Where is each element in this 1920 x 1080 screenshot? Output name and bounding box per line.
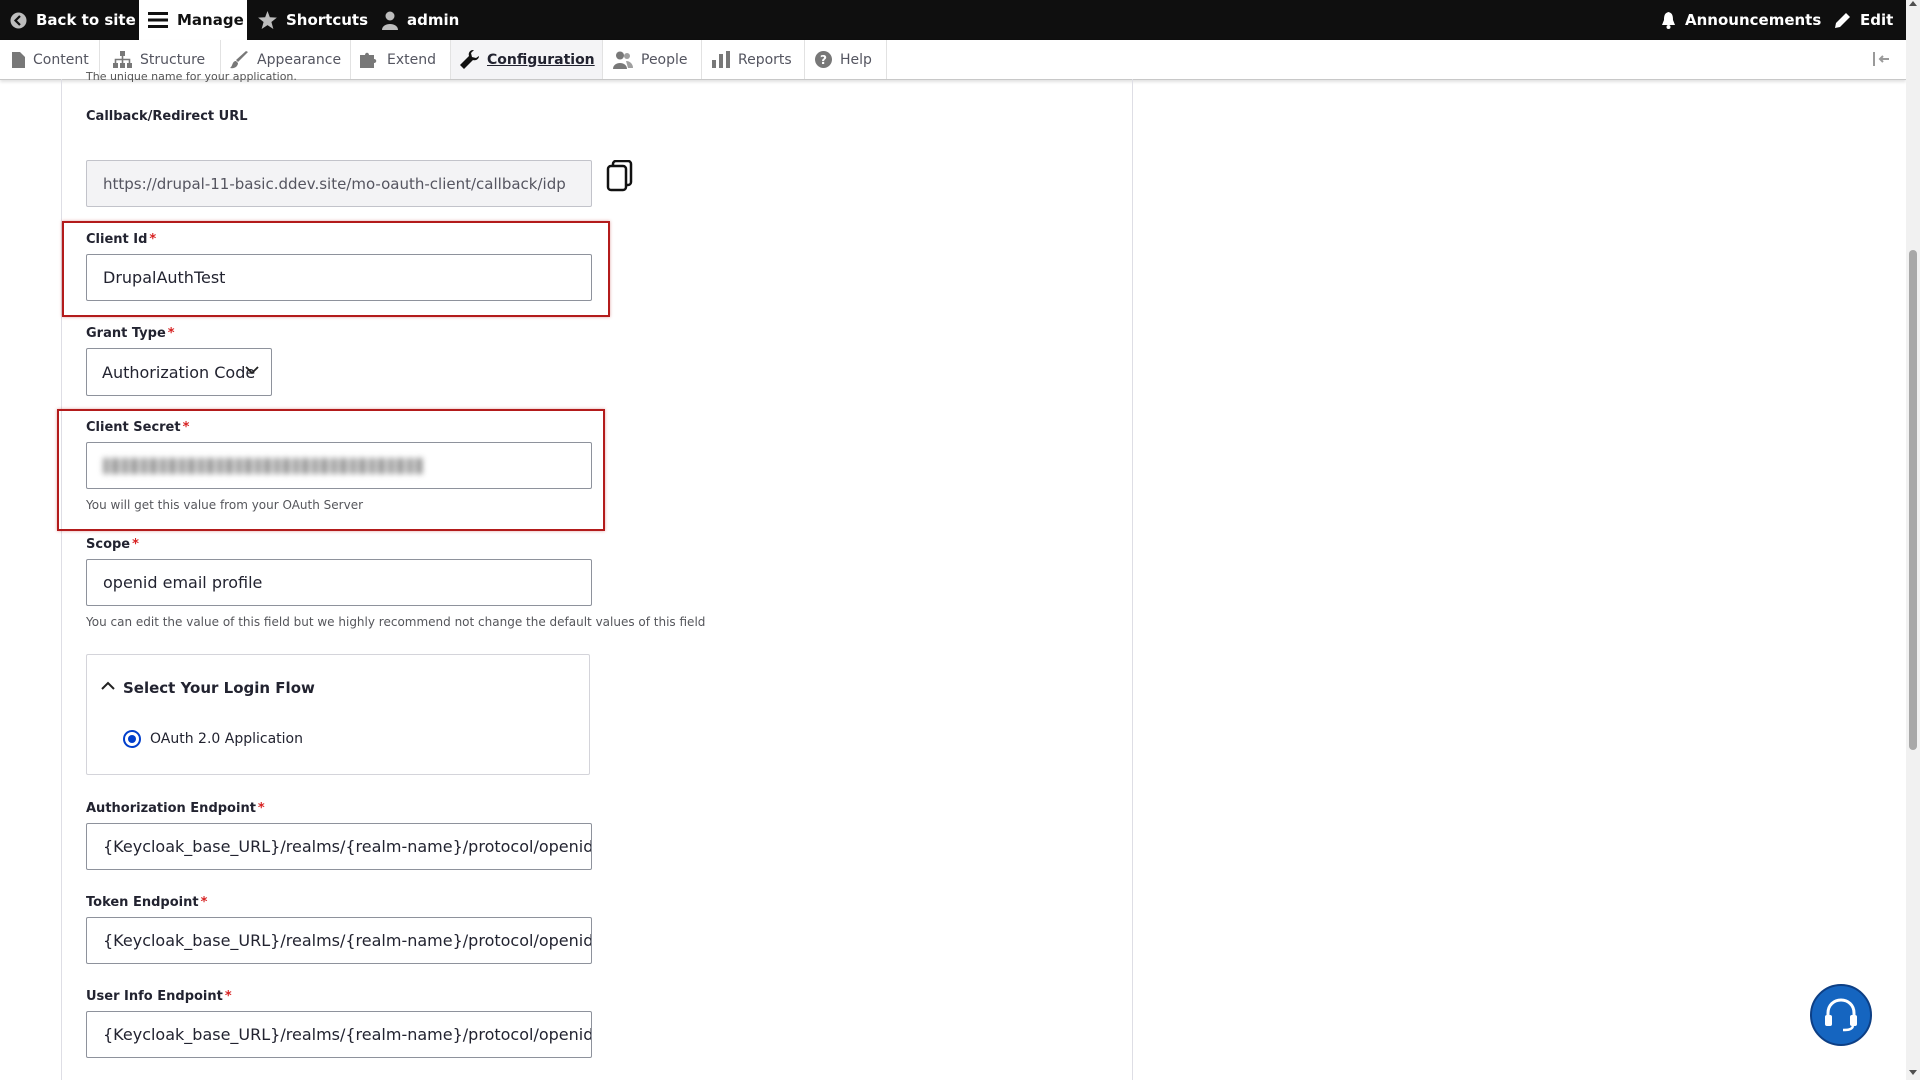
tray-item-label: Reports [738,51,792,68]
scope-label: Scope * [86,537,139,552]
copy-icon[interactable] [606,160,634,192]
back-arrow-icon [10,12,27,28]
tray-item-label: Help [840,51,872,68]
tray-item-label: Structure [140,51,206,68]
oauth-radio[interactable] [123,730,141,748]
user-label: admin [407,11,460,29]
tray-item-configuration[interactable]: Configuration [451,40,603,79]
bell-icon [1662,11,1675,29]
token-endpoint-label: Token Endpoint * [86,895,208,910]
client-name-description: The unique name for your application. [86,70,297,83]
grant-type-label: Grant Type * [86,326,175,341]
client-id-label: Client Id * [86,232,157,247]
manage-tab[interactable]: Manage [139,0,247,40]
edit-label: Edit [1860,11,1894,29]
edit-link[interactable]: Edit [1834,0,1893,40]
oauth-radio-label: OAuth 2.0 Application [150,731,303,747]
paintbrush-icon [230,50,248,68]
tray-item-label: Content [33,51,89,68]
pencil-icon [1835,12,1850,28]
tray-item-help[interactable]: ? Help [805,40,887,79]
svg-text:?: ? [820,53,827,67]
page-scrollbar[interactable] [1906,0,1920,1080]
wrench-icon [460,50,479,69]
scope-description: You can edit the value of this field but… [86,615,706,629]
scrollbar-thumb[interactable] [1909,250,1917,750]
client-secret-description: You will get this value from your OAuth … [86,498,364,512]
menu-icon [148,12,168,28]
collapse-tray-icon[interactable] [1872,50,1892,68]
headset-icon [1825,998,1857,1032]
user-tab[interactable]: admin [382,0,459,40]
user-info-endpoint-input[interactable]: {Keycloak_base_URL}/realms/{realm-name}/… [86,1011,592,1058]
authorization-endpoint-label: Authorization Endpoint * [86,801,265,816]
back-to-site-label: Back to site [36,11,136,29]
callback-url-label: Callback/Redirect URL [86,109,248,124]
shortcuts-tab[interactable]: Shortcuts [258,0,368,40]
masked-secret [103,457,423,474]
bar-chart-icon [712,51,730,68]
tray-item-label: Extend [387,51,436,68]
chevron-down-icon [245,366,259,375]
tray-item-people[interactable]: People [603,40,702,79]
tray-item-extend[interactable]: Extend [351,40,451,79]
client-id-input[interactable]: DrupalAuthTest [86,254,592,301]
announcements-label: Announcements [1685,11,1822,29]
admin-toolbar: Back to site Manage Shortcuts admin Anno… [0,0,1920,40]
client-secret-input[interactable] [86,442,592,489]
document-icon [12,51,25,68]
scope-input[interactable]: openid email profile [86,559,592,606]
tray-item-content[interactable]: Content [0,40,100,79]
user-info-endpoint-label: User Info Endpoint * [86,989,232,1004]
tray-item-label: People [641,51,688,68]
grant-type-select[interactable]: Authorization Code [86,348,272,396]
login-flow-title[interactable]: Select Your Login Flow [123,679,315,697]
tray-item-reports[interactable]: Reports [702,40,805,79]
user-icon [382,11,398,30]
tray-item-label: Appearance [257,51,342,68]
scroll-up-icon[interactable] [1909,0,1917,6]
support-chat-button[interactable] [1810,984,1872,1046]
client-secret-label: Client Secret * [86,420,190,435]
grant-type-value: Authorization Code [102,362,256,382]
help-icon: ? [815,51,832,68]
announcements-link[interactable]: Announcements [1661,0,1821,40]
login-flow-fieldset: Select Your Login Flow OAuth 2.0 Applica… [86,654,590,775]
star-icon [258,11,277,29]
people-icon [613,51,633,69]
puzzle-icon [360,52,377,68]
shortcuts-label: Shortcuts [286,11,369,29]
authorization-endpoint-input[interactable]: {Keycloak_base_URL}/realms/{realm-name}/… [86,823,592,870]
token-endpoint-input[interactable]: {Keycloak_base_URL}/realms/{realm-name}/… [86,917,592,964]
callback-url-field[interactable]: https://drupal-11-basic.ddev.site/mo-oau… [86,160,592,207]
manage-label: Manage [177,11,244,29]
scroll-down-icon[interactable] [1909,1070,1917,1076]
back-to-site-link[interactable]: Back to site [10,0,136,40]
chevron-up-icon[interactable] [101,681,115,691]
tray-item-label: Configuration [487,51,595,68]
sitemap-icon [113,51,132,68]
